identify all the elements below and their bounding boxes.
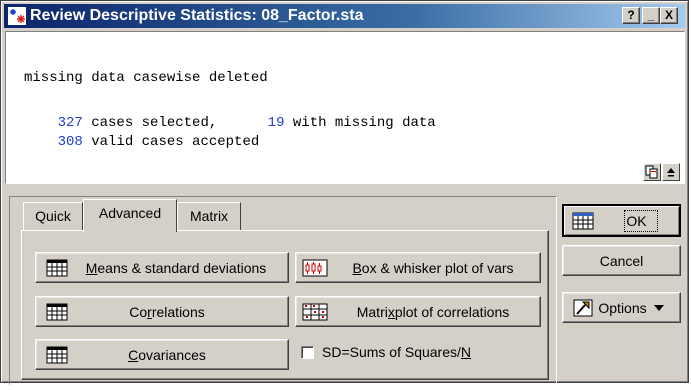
matrixplot-mnemonic: x [387, 303, 395, 320]
cases-selected-line: 327 cases selected, 19 with missing data [24, 114, 436, 132]
covariances-mnemonic: C [128, 346, 139, 363]
selected-count: 327 [57, 115, 83, 131]
tab-quick[interactable]: Quick [23, 202, 83, 230]
sums-of-squares-mnemonic: N [460, 344, 472, 360]
ok-focus-rect [624, 210, 658, 232]
box-whisker-button[interactable]: Box & whisker plot of vars [295, 252, 541, 283]
valid-count: 308 [57, 134, 83, 150]
covariances-button[interactable]: Covariances [35, 339, 289, 370]
boxwhisker-label: ox & whisker plot of vars [361, 259, 514, 276]
collapse-button[interactable] [662, 163, 680, 181]
minimize-button[interactable]: _ [642, 7, 660, 24]
missing-count: 19 [267, 115, 285, 131]
selected-text: cases selected, [82, 115, 218, 131]
means-label: eans & standard deviations [97, 259, 267, 276]
options-button[interactable]: Options [562, 292, 681, 323]
help-button[interactable]: ? [622, 7, 640, 24]
window-title: Review Descriptive Statistics: 08_Factor… [30, 7, 364, 24]
cancel-button[interactable]: Cancel [562, 245, 681, 276]
matrixplot-label-pre: Matri [356, 303, 388, 320]
dialog-window: Review Descriptive Statistics: 08_Factor… [0, 0, 689, 385]
copy-button[interactable] [643, 163, 661, 181]
app-icon [8, 7, 26, 25]
cancel-label: Cancel [599, 252, 644, 269]
ok-button[interactable]: OK [562, 204, 681, 237]
copy-icon [645, 165, 658, 179]
title-bar[interactable]: Review Descriptive Statistics: 08_Factor… [4, 4, 685, 28]
sums-of-squares-option[interactable]: SD=Sums of Squares/N [301, 341, 471, 363]
matrixplot-label-rest: plot of correlations [394, 303, 510, 320]
options-label: Options [598, 299, 647, 316]
sums-of-squares-label: SD=Sums of Squares/ [322, 344, 461, 360]
sums-of-squares-checkbox[interactable] [301, 345, 314, 359]
correlations-button[interactable]: Co r relations [35, 296, 289, 327]
close-button[interactable]: X [660, 7, 678, 24]
collapse-icon [667, 168, 675, 177]
boxwhisker-mnemonic: B [352, 259, 362, 276]
covariances-label: ovariances [138, 346, 206, 363]
missing-data-line: missing data casewise deleted [24, 70, 268, 86]
correlations-label-rest: relations [151, 303, 205, 320]
tab-advanced[interactable]: Advanced [83, 199, 177, 232]
results-text-area[interactable]: missing data casewise deleted 327 cases … [5, 31, 685, 184]
means-std-button[interactable]: Means & standard deviations [35, 252, 289, 283]
ok-label: OK [626, 212, 647, 229]
chevron-down-icon [653, 304, 664, 311]
valid-text: valid cases accepted [82, 134, 260, 150]
correlations-label-pre: Co [129, 303, 148, 320]
missing-text: with missing data [284, 115, 436, 131]
means-mnemonic: M [85, 259, 98, 276]
matrix-plot-button[interactable]: Matri x plot of correlations [295, 296, 541, 327]
valid-cases-line: 308 valid cases accepted [24, 133, 260, 151]
tab-matrix[interactable]: Matrix [177, 202, 241, 230]
